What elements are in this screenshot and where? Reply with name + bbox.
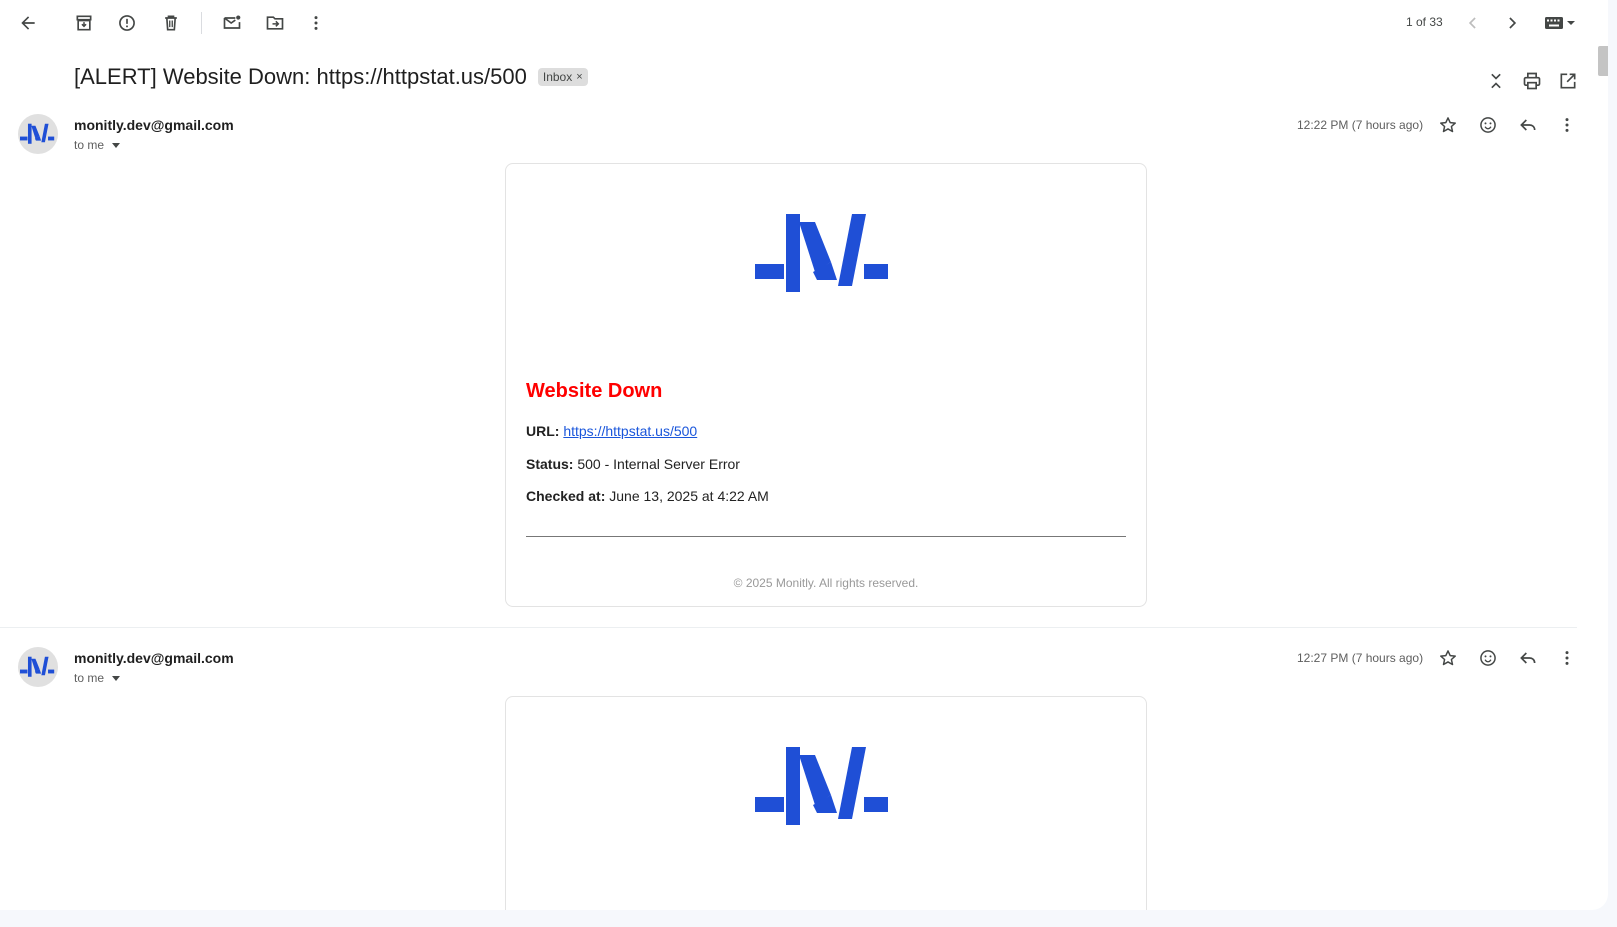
url-label: URL: [526,423,560,439]
recipient-details[interactable]: to me [74,138,121,152]
archive-icon[interactable] [66,5,102,41]
report-spam-icon[interactable] [109,5,145,41]
url-field: URL: https://httpstat.us/500 [526,423,697,439]
email-subject: [ALERT] Website Down: https://httpstat.u… [74,64,527,89]
newer-chevron-left-icon[interactable] [1455,5,1491,41]
monitly-logo-icon [20,656,55,677]
print-icon[interactable] [1514,63,1550,99]
message-more-icon[interactable] [1549,107,1585,143]
keyboard-icon[interactable] [1536,5,1584,41]
copyright-footer: © 2025 Monitly. All rights reserved. [733,576,919,590]
move-to-icon[interactable] [257,5,293,41]
label-chip-inbox: Inbox × [537,68,588,86]
message-time: 12:27 PM (7 hours ago) [1297,651,1424,665]
emoji-reaction-icon[interactable] [1470,640,1506,676]
emoji-reaction-icon[interactable] [1470,107,1506,143]
reply-icon[interactable] [1510,107,1546,143]
message-divider [0,627,1577,628]
divider [526,536,1126,537]
back-icon[interactable] [10,5,46,41]
sender-email[interactable]: monitly.dev@gmail.com [74,650,234,666]
toolbar-divider [201,12,202,34]
recipient-text: to me [74,138,105,152]
more-vert-icon[interactable] [298,5,334,41]
email-view: 1 of 33 [ALERT] Website Down: https://ht… [0,0,1608,910]
chevron-down-icon[interactable] [112,142,121,148]
star-icon[interactable] [1430,107,1466,143]
monitly-logo-icon [20,123,55,144]
checked-at-field: Checked at: June 13, 2025 at 4:22 AM [526,488,769,504]
email-body-card [505,696,1147,910]
alert-title: Website Down [526,380,663,402]
monitly-logo-icon [755,214,888,292]
recipient-details[interactable]: to me [74,671,121,685]
checked-at-label: Checked at: [526,488,606,504]
thread-header: [ALERT] Website Down: https://httpstat.u… [74,64,588,90]
mark-unread-icon[interactable] [214,5,250,41]
open-in-new-window-icon[interactable] [1550,63,1586,99]
avatar[interactable] [18,647,58,687]
avatar[interactable] [18,114,58,154]
status-value: 500 - Internal Server Error [577,456,740,472]
monitly-logo-icon [755,747,888,825]
older-chevron-right-icon[interactable] [1494,5,1530,41]
status-field: Status: 500 - Internal Server Error [526,456,740,472]
message-more-icon[interactable] [1549,640,1585,676]
message-time: 12:22 PM (7 hours ago) [1297,118,1424,132]
star-icon[interactable] [1430,640,1466,676]
delete-icon[interactable] [153,5,189,41]
status-label: Status: [526,456,574,472]
collapse-all-icon[interactable] [1478,63,1514,99]
remove-label-close-icon[interactable]: × [576,71,582,83]
scrollbar[interactable] [1598,46,1608,76]
checked-at-value: June 13, 2025 at 4:22 AM [609,488,769,504]
recipient-text: to me [74,671,105,685]
monitored-url-link[interactable]: https://httpstat.us/500 [563,423,697,439]
pager-count: 1 of 33 [1406,15,1443,29]
reply-icon[interactable] [1510,640,1546,676]
chevron-down-icon[interactable] [112,675,121,681]
sender-email[interactable]: monitly.dev@gmail.com [74,117,234,133]
email-body-card: Website Down URL: https://httpstat.us/50… [505,163,1147,607]
label-name: Inbox [542,70,573,84]
